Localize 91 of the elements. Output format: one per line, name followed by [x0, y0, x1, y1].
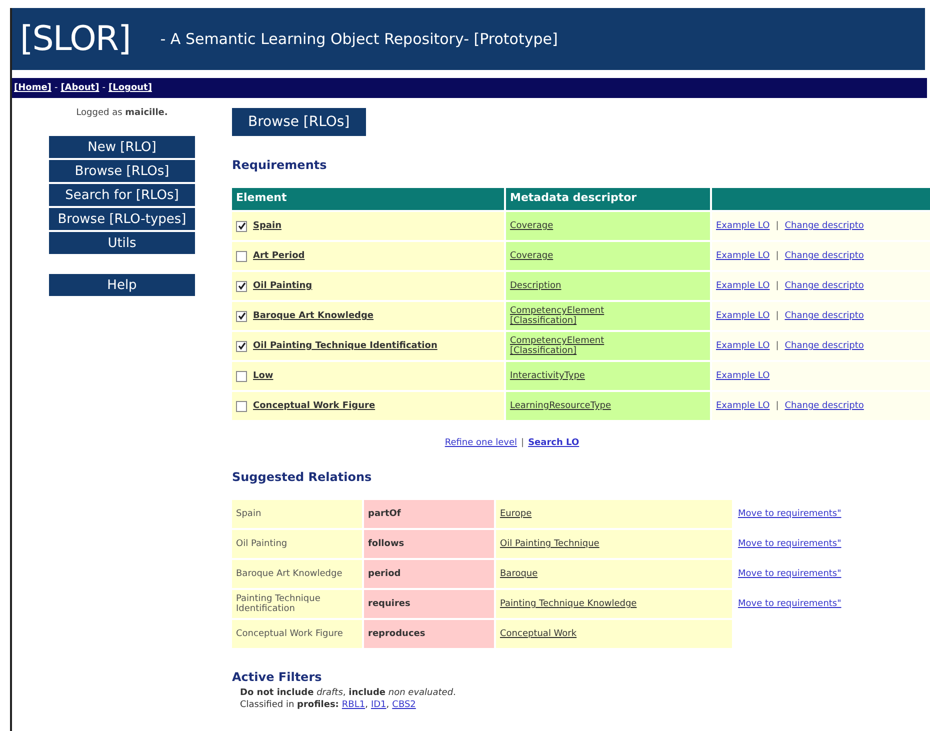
- object-link[interactable]: Conceptual Work: [500, 629, 577, 639]
- profiles-label: Classified in profiles:: [240, 700, 339, 710]
- action-link[interactable]: Change descripto: [784, 221, 864, 231]
- nav-separator: -: [54, 83, 58, 93]
- action-link[interactable]: Example LO: [716, 371, 770, 381]
- action-link[interactable]: Change descripto: [784, 251, 864, 261]
- element-link[interactable]: Conceptual Work Figure: [253, 401, 376, 411]
- element-link[interactable]: Baroque Art Knowledge: [253, 311, 374, 321]
- relation-text: period: [368, 569, 401, 579]
- action-link[interactable]: Example LO: [716, 311, 770, 321]
- menu-button[interactable]: New [RLO]: [49, 136, 195, 158]
- link-separator: |: [776, 221, 779, 231]
- move-link[interactable]: Move to requirements": [738, 539, 842, 549]
- link-separator: |: [776, 401, 779, 411]
- checkbox[interactable]: [236, 400, 247, 412]
- action-link[interactable]: Example LO: [716, 221, 770, 231]
- footer-link[interactable]: Search LO: [528, 438, 580, 448]
- relation-text: follows: [368, 539, 404, 549]
- object-link[interactable]: Europe: [500, 509, 532, 519]
- page-title-button[interactable]: Browse [RLOs]: [232, 108, 366, 136]
- checkbox[interactable]: [236, 340, 247, 352]
- action-link[interactable]: Example LO: [716, 341, 770, 351]
- subject-text: Oil Painting: [236, 539, 288, 549]
- menu-button[interactable]: Browse [RLOs]: [49, 160, 195, 182]
- footer-link[interactable]: Refine one level: [444, 438, 518, 448]
- menu-button[interactable]: Search for [RLOs]: [49, 184, 195, 206]
- move-link[interactable]: Move to requirements": [738, 569, 842, 579]
- section-heading: Requirements: [232, 158, 328, 172]
- profile-link[interactable]: ID1: [370, 700, 386, 710]
- site-subtitle: - A Semantic Learning Object Repository- [Prototype]: [160, 30, 558, 48]
- section-heading: Suggested Relations: [232, 470, 373, 484]
- element-link[interactable]: Low: [253, 371, 274, 381]
- subject-text: Painting Technique Identification: [236, 594, 322, 614]
- filter-text: Do not include drafts, include non evaluated.: [240, 688, 456, 698]
- descriptor-link[interactable]: [Classification]: [510, 346, 604, 356]
- subject-text: Baroque Art Knowledge: [236, 569, 342, 579]
- descriptor-link[interactable]: [Classification]: [510, 316, 604, 326]
- link-separator: |: [776, 341, 779, 351]
- checkbox[interactable]: [236, 310, 247, 322]
- element-link[interactable]: Spain: [253, 221, 282, 231]
- action-link[interactable]: Change descripto: [784, 281, 864, 291]
- relation-text: reproduces: [368, 629, 426, 639]
- object-link[interactable]: Baroque: [500, 569, 538, 579]
- descriptor-link[interactable]: InteractivityType: [510, 371, 585, 381]
- relation-text: partOf: [368, 509, 401, 519]
- descriptor-link[interactable]: Coverage: [510, 251, 554, 261]
- action-link[interactable]: Example LO: [716, 251, 770, 261]
- element-link[interactable]: Oil Painting: [253, 281, 312, 291]
- help-button[interactable]: Help: [49, 274, 195, 296]
- menu-button[interactable]: Browse [RLO-types]: [49, 208, 195, 230]
- action-link[interactable]: Change descripto: [784, 341, 864, 351]
- element-link[interactable]: Oil Painting Technique Identification: [253, 341, 438, 351]
- column-header: Metadata descriptor: [506, 188, 710, 210]
- element-link[interactable]: Art Period: [253, 251, 305, 261]
- descriptor-link[interactable]: Description: [510, 281, 562, 291]
- logo: [SLOR]: [20, 19, 130, 59]
- nav-link[interactable]: [Home]: [14, 83, 52, 93]
- logged-in-text: Logged as maicille.: [76, 108, 168, 118]
- object-link[interactable]: Painting Technique Knowledge: [500, 599, 637, 609]
- move-link[interactable]: Move to requirements": [738, 599, 842, 609]
- checkbox[interactable]: [236, 220, 247, 232]
- link-separator: |: [521, 438, 524, 448]
- section-heading: Active Filters: [232, 670, 323, 684]
- descriptor-link[interactable]: LearningResourceType: [510, 401, 612, 411]
- profile-link[interactable]: RBL1: [342, 700, 366, 710]
- descriptor-link[interactable]: CompetencyElement: [510, 306, 604, 316]
- profile-link[interactable]: CBS2: [392, 700, 416, 710]
- action-link[interactable]: Change descripto: [784, 401, 864, 411]
- subject-text: Conceptual Work Figure: [236, 629, 343, 639]
- list-separator: ,: [365, 700, 368, 710]
- action-link[interactable]: Example LO: [716, 281, 770, 291]
- descriptor-link[interactable]: Coverage: [510, 221, 554, 231]
- action-link[interactable]: Example LO: [716, 401, 770, 411]
- checkbox[interactable]: [236, 250, 247, 262]
- checkbox[interactable]: [236, 370, 247, 382]
- move-link[interactable]: Move to requirements": [738, 509, 842, 519]
- nav-link[interactable]: [Logout]: [108, 83, 152, 93]
- nav-link[interactable]: [About]: [60, 83, 100, 93]
- nav-separator: -: [102, 83, 106, 93]
- checkbox[interactable]: [236, 280, 247, 292]
- link-separator: |: [776, 251, 779, 261]
- relation-text: requires: [368, 599, 410, 609]
- column-header: Element: [232, 188, 504, 210]
- menu-button[interactable]: Utils: [49, 232, 195, 254]
- subject-text: Spain: [236, 509, 262, 519]
- descriptor-link[interactable]: CompetencyElement: [510, 336, 604, 346]
- link-separator: |: [776, 311, 779, 321]
- link-separator: |: [776, 281, 779, 291]
- action-link[interactable]: Change descripto: [784, 311, 864, 321]
- object-link[interactable]: Oil Painting Technique: [500, 539, 600, 549]
- list-separator: ,: [386, 700, 390, 710]
